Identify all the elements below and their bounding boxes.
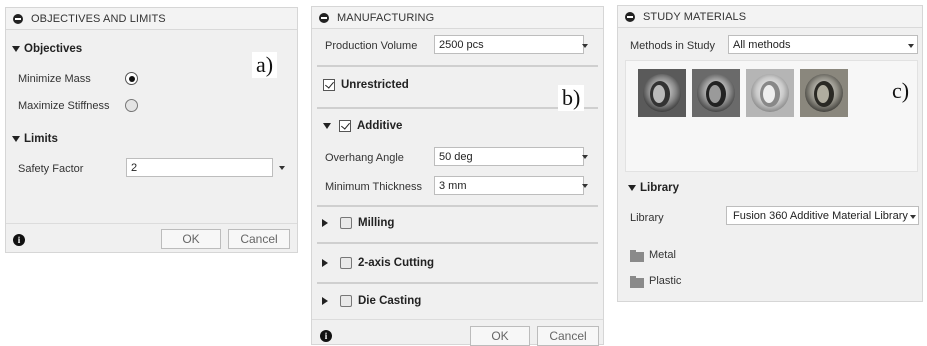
- chevron-down-icon[interactable]: [582, 44, 588, 48]
- figure-label-b: b): [558, 85, 585, 111]
- methods-in-study-select[interactable]: All methods: [728, 35, 918, 54]
- section-divider: [317, 65, 598, 67]
- minimize-mass-label: Minimize Mass: [18, 73, 91, 85]
- manufacturing-panel: MANUFACTURING Production Volume 2500 pcs…: [311, 6, 604, 346]
- folder-icon: [630, 250, 644, 262]
- additive-checkbox[interactable]: [339, 120, 351, 132]
- overhang-angle-input[interactable]: 50 deg: [434, 147, 584, 166]
- collapse-icon[interactable]: [13, 13, 23, 24]
- objectives-and-limits-panel: OBJECTIVES AND LIMITS Objectives Minimiz…: [5, 7, 298, 253]
- material-thumbnail-titanium[interactable]: [800, 69, 848, 117]
- info-icon[interactable]: i: [13, 234, 25, 246]
- maximize-stiffness-radio[interactable]: [125, 99, 138, 112]
- materials-thumbnail-area: [625, 60, 918, 172]
- chevron-down-icon[interactable]: [279, 166, 285, 170]
- safety-factor-input[interactable]: 2: [126, 158, 273, 177]
- milling-section-header[interactable]: Milling: [322, 217, 394, 229]
- chevron-down-icon[interactable]: [910, 215, 916, 219]
- methods-in-study-label: Methods in Study: [630, 40, 715, 52]
- collapse-icon[interactable]: [625, 11, 635, 22]
- chevron-down-icon[interactable]: [908, 44, 914, 48]
- safety-factor-label: Safety Factor: [18, 163, 84, 175]
- figure-label-a: a): [252, 52, 278, 78]
- material-thumbnail-steel[interactable]: [692, 69, 740, 117]
- library-folder-plastic[interactable]: Plastic: [649, 275, 681, 287]
- expand-triangle-icon: [322, 259, 328, 267]
- minimum-thickness-input[interactable]: 3 mm: [434, 176, 584, 195]
- footer-divider: [312, 319, 603, 320]
- die-casting-checkbox[interactable]: [340, 295, 352, 307]
- minimum-thickness-label: Minimum Thickness: [325, 181, 422, 193]
- chevron-down-icon[interactable]: [582, 184, 588, 188]
- expand-triangle-icon: [322, 219, 328, 227]
- production-volume-label: Production Volume: [325, 40, 418, 52]
- cancel-button[interactable]: Cancel: [537, 326, 599, 346]
- cancel-button[interactable]: Cancel: [228, 229, 290, 249]
- additive-section-header[interactable]: Additive: [323, 120, 402, 132]
- panel-header: MANUFACTURING: [312, 7, 603, 29]
- minimize-mass-radio[interactable]: [125, 72, 138, 85]
- panel-title: MANUFACTURING: [337, 11, 435, 24]
- chevron-down-icon[interactable]: [582, 155, 588, 159]
- panel-header: OBJECTIVES AND LIMITS: [6, 8, 297, 30]
- panel-title: OBJECTIVES AND LIMITS: [31, 12, 166, 25]
- limits-section-header[interactable]: Limits: [12, 133, 58, 145]
- material-thumbnail-aluminum[interactable]: [746, 69, 794, 117]
- objectives-section-header[interactable]: Objectives: [12, 43, 82, 55]
- unrestricted-checkbox[interactable]: [323, 79, 335, 91]
- panel-header: STUDY MATERIALS: [618, 6, 922, 28]
- unrestricted-option[interactable]: Unrestricted: [323, 79, 409, 91]
- folder-icon: [630, 276, 644, 288]
- expand-triangle-icon: [12, 136, 20, 142]
- footer-divider: [6, 223, 297, 224]
- section-divider: [317, 205, 598, 207]
- section-divider: [317, 107, 598, 109]
- overhang-angle-label: Overhang Angle: [325, 152, 404, 164]
- library-section-header[interactable]: Library: [628, 182, 679, 194]
- library-label: Library: [630, 212, 664, 224]
- collapse-icon[interactable]: [319, 12, 329, 23]
- ok-button[interactable]: OK: [470, 326, 530, 346]
- study-materials-panel: STUDY MATERIALS Methods in Study All met…: [617, 5, 923, 302]
- panel-title: STUDY MATERIALS: [643, 10, 747, 23]
- die-casting-section-header[interactable]: Die Casting: [322, 295, 421, 307]
- ok-button[interactable]: OK: [161, 229, 221, 249]
- library-select[interactable]: Fusion 360 Additive Material Library: [726, 206, 919, 225]
- library-folder-metal[interactable]: Metal: [649, 249, 676, 261]
- expand-triangle-icon: [322, 297, 328, 305]
- expand-triangle-icon: [12, 46, 20, 52]
- section-divider: [317, 282, 598, 284]
- expand-triangle-icon: [323, 123, 331, 129]
- two-axis-cutting-section-header[interactable]: 2-axis Cutting: [322, 257, 434, 269]
- material-thumbnail-dark-metal[interactable]: [638, 69, 686, 117]
- milling-checkbox[interactable]: [340, 217, 352, 229]
- maximize-stiffness-label: Maximize Stiffness: [18, 100, 110, 112]
- info-icon[interactable]: i: [320, 330, 332, 342]
- production-volume-input[interactable]: 2500 pcs: [434, 35, 584, 54]
- expand-triangle-icon: [628, 185, 636, 191]
- two-axis-cutting-checkbox[interactable]: [340, 257, 352, 269]
- section-divider: [317, 242, 598, 244]
- figure-label-c: c): [888, 78, 914, 104]
